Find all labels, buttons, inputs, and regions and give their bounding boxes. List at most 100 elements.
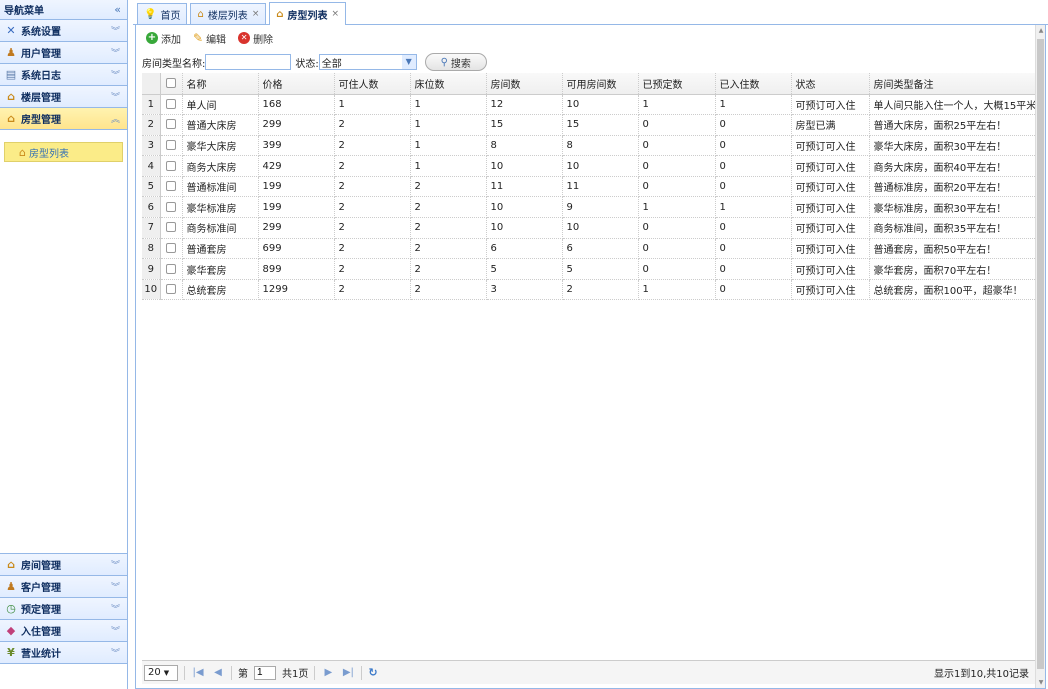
- menu-user-management[interactable]: ♟ 用户管理 ︾: [0, 42, 127, 64]
- column-header[interactable]: 状态: [791, 73, 870, 95]
- table-row[interactable]: 2 普通大床房 299 2 1 15 15 0 0 房型已满 普通大床房，面积25平左右！: [142, 114, 1038, 136]
- row-checkbox[interactable]: [160, 279, 183, 301]
- menu-floor-management[interactable]: ⌂ 楼层管理 ︾: [0, 86, 127, 108]
- chevron-down-icon[interactable]: ▼: [401, 55, 416, 69]
- divider: [314, 665, 316, 680]
- table-row[interactable]: 10 总统套房 1299 2 2 3 2 1 0 可预订可入住 总统套房，面积100平，超豪华！: [142, 279, 1038, 301]
- house-icon: ⌂: [19, 145, 26, 159]
- refresh-icon[interactable]: ↻: [368, 666, 377, 679]
- table-cell: 商务标准间，面积35平左右！: [869, 217, 1038, 239]
- page-size-select[interactable]: 20 ▼: [144, 664, 178, 681]
- menu-label: 客户管理: [21, 583, 61, 594]
- row-checkbox[interactable]: [160, 258, 183, 280]
- menu-room-type-management[interactable]: ⌂ 房型管理 ︽: [0, 108, 127, 130]
- table-row[interactable]: 6 豪华标准房 199 2 2 10 9 1 1 可预订可入住 豪华标准房，面积30平左右！: [142, 196, 1038, 219]
- expand-chevron-icon[interactable]: ︾: [111, 624, 120, 637]
- row-checkbox[interactable]: [160, 196, 183, 219]
- vertical-scrollbar[interactable]: ▲ ▼: [1035, 25, 1045, 688]
- table-cell: 2: [334, 258, 411, 280]
- column-header[interactable]: 房间数: [486, 73, 563, 95]
- next-page-icon[interactable]: ▶: [321, 667, 335, 678]
- scroll-thumb[interactable]: [1037, 39, 1044, 669]
- table-row[interactable]: 7 商务标准间 299 2 2 10 10 0 0 可预订可入住 商务标准间，面积35平左右！: [142, 217, 1038, 239]
- tab-floor-list[interactable]: ⌂ 楼层列表 ×: [190, 3, 267, 24]
- expand-chevron-icon[interactable]: ︾: [111, 68, 120, 81]
- expand-chevron-icon[interactable]: ︾: [111, 558, 120, 571]
- row-checkbox[interactable]: [160, 176, 183, 198]
- house-icon: ⌂: [7, 90, 15, 103]
- expand-chevron-icon[interactable]: ︾: [111, 46, 120, 59]
- table-cell: 豪华大床房: [182, 135, 259, 157]
- add-button[interactable]: + 添加: [146, 31, 181, 46]
- toolbar: + 添加 ✎ 编辑 ✕ 删除: [136, 25, 1045, 51]
- table-cell: 普通标准间: [182, 176, 259, 198]
- table-cell: 0: [715, 238, 792, 260]
- prev-page-icon[interactable]: ◀: [211, 667, 225, 678]
- table-cell: 房型已满: [791, 114, 870, 136]
- menu-checkin-management[interactable]: ◆ 入住管理 ︾: [0, 620, 127, 642]
- room-type-name-input[interactable]: [205, 54, 292, 70]
- last-page-icon[interactable]: ▶|: [341, 667, 355, 678]
- row-checkbox[interactable]: [160, 114, 183, 136]
- delete-button[interactable]: ✕ 删除: [238, 31, 273, 46]
- menu-system-settings[interactable]: ✕ 系统设置 ︾: [0, 20, 127, 42]
- menu-system-log[interactable]: ▤ 系统日志 ︾: [0, 64, 127, 86]
- collapse-chevron-icon[interactable]: ︽: [111, 112, 120, 125]
- expand-chevron-icon[interactable]: ︾: [111, 646, 120, 659]
- edit-button[interactable]: ✎ 编辑: [193, 31, 226, 46]
- menu-label: 营业统计: [21, 649, 61, 660]
- column-header[interactable]: 房间类型备注: [869, 73, 1038, 95]
- row-checkbox[interactable]: [160, 155, 183, 177]
- close-icon[interactable]: ×: [252, 9, 260, 19]
- tab-home[interactable]: 💡 首页: [137, 3, 188, 24]
- table-cell: 总统套房: [182, 279, 259, 301]
- status-select[interactable]: 全部 ▼: [318, 54, 417, 70]
- row-checkbox[interactable]: [160, 217, 183, 239]
- column-header[interactable]: 价格: [258, 73, 335, 95]
- table-cell: 2: [410, 258, 487, 280]
- table-row[interactable]: 9 豪华套房 899 2 2 5 5 0 0 可预订可入住 豪华套房，面积70平左右！: [142, 258, 1038, 280]
- header-checkbox[interactable]: [160, 73, 183, 95]
- table-cell: 0: [638, 238, 716, 260]
- column-header[interactable]: 床位数: [410, 73, 487, 95]
- delete-label: 删除: [253, 34, 274, 46]
- column-header[interactable]: 可住人数: [334, 73, 411, 95]
- first-page-icon[interactable]: |◀: [191, 667, 205, 678]
- search-button[interactable]: ⚲ 搜索: [424, 53, 487, 71]
- expand-chevron-icon[interactable]: ︾: [111, 90, 120, 103]
- table-cell: 2: [334, 196, 411, 219]
- table-row[interactable]: 5 普通标准间 199 2 2 11 11 0 0 可预订可入住 普通标准房，面积20平左右！: [142, 176, 1038, 198]
- column-header[interactable]: 已入住数: [715, 73, 792, 95]
- expand-chevron-icon[interactable]: ︾: [111, 24, 120, 37]
- menu-booking-management[interactable]: ◷ 预定管理 ︾: [0, 598, 127, 620]
- close-icon[interactable]: ×: [332, 9, 340, 19]
- menu-customer-management[interactable]: ♟ 客户管理 ︾: [0, 576, 127, 598]
- scroll-up-icon[interactable]: ▲: [1037, 27, 1045, 34]
- expand-chevron-icon[interactable]: ︾: [111, 602, 120, 615]
- row-checkbox[interactable]: [160, 238, 183, 260]
- table-row[interactable]: 4 商务大床房 429 2 1 10 10 0 0 可预订可入住 商务大床房，面积40平左右！: [142, 155, 1038, 177]
- column-header[interactable]: 名称: [182, 73, 259, 95]
- house-icon: ⌂: [197, 8, 204, 20]
- collapse-icon[interactable]: «: [114, 3, 121, 16]
- table-cell: 0: [638, 217, 716, 239]
- page-number-input[interactable]: [254, 665, 276, 680]
- menu-business-stats[interactable]: ¥ 营业统计 ︾: [0, 642, 127, 664]
- row-checkbox[interactable]: [160, 94, 183, 116]
- table-cell: 0: [715, 176, 792, 198]
- expand-chevron-icon[interactable]: ︾: [111, 580, 120, 593]
- column-header[interactable]: 可用房间数: [562, 73, 639, 95]
- menu-room-management[interactable]: ⌂ 房间管理 ︾: [0, 554, 127, 576]
- table-row[interactable]: 1 单人间 168 1 1 12 10 1 1 可预订可入住 单人间只能入住一个人，大概15平米: [142, 94, 1038, 116]
- scroll-down-icon[interactable]: ▼: [1037, 679, 1045, 686]
- table-cell: 1: [638, 196, 716, 219]
- pagination-bar: 20 ▼ |◀ ◀ 第 共1页 ▶ ▶| ↻ 显示1到10,共10记录: [142, 660, 1035, 684]
- row-number: 8: [142, 238, 161, 260]
- column-header[interactable]: 已预定数: [638, 73, 716, 95]
- submenu-room-type-list[interactable]: ⌂ 房型列表: [4, 142, 123, 162]
- add-icon: +: [146, 32, 158, 44]
- table-row[interactable]: 3 豪华大床房 399 2 1 8 8 0 0 可预订可入住 豪华大床房，面积30平左右！: [142, 135, 1038, 157]
- row-checkbox[interactable]: [160, 135, 183, 157]
- table-row[interactable]: 8 普通套房 699 2 2 6 6 0 0 可预订可入住 普通套房，面积50平左右！: [142, 238, 1038, 260]
- tab-room-type-list[interactable]: ⌂ 房型列表 ×: [269, 2, 347, 25]
